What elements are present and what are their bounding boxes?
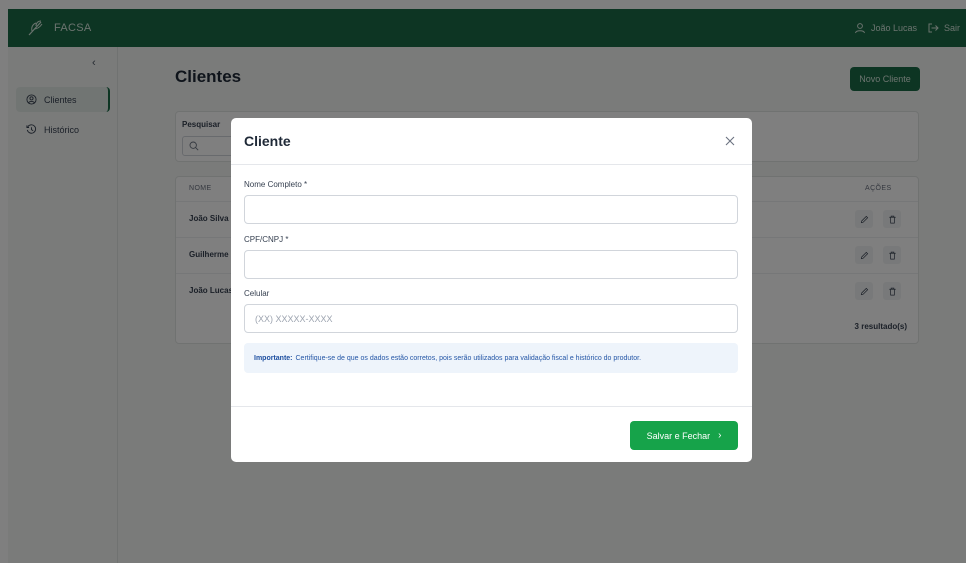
- document-label: CPF/CNPJ *: [244, 235, 289, 244]
- save-and-close-button[interactable]: Salvar e Fechar ›: [630, 421, 738, 450]
- important-note: Importante: Certifique-se de que os dado…: [244, 343, 738, 373]
- modal-footer: Salvar e Fechar ›: [231, 406, 752, 462]
- full-name-label: Nome Completo *: [244, 180, 308, 189]
- modal-title: Cliente: [244, 133, 291, 149]
- phone-label: Celular: [244, 289, 270, 298]
- modal-header: Cliente: [231, 118, 752, 165]
- cpf-cnpj-input[interactable]: [244, 250, 738, 279]
- chevron-right-icon: ›: [718, 430, 722, 441]
- close-icon[interactable]: [723, 134, 737, 148]
- note-strong: Importante:: [254, 354, 293, 362]
- full-name-input[interactable]: [244, 195, 738, 224]
- save-button-label: Salvar e Fechar: [646, 430, 711, 441]
- client-modal: Cliente Nome Completo * CPF/CNPJ * Celul…: [231, 118, 752, 462]
- phone-input[interactable]: [244, 304, 738, 333]
- note-text: Certifique-se de que os dados estão corr…: [295, 354, 642, 362]
